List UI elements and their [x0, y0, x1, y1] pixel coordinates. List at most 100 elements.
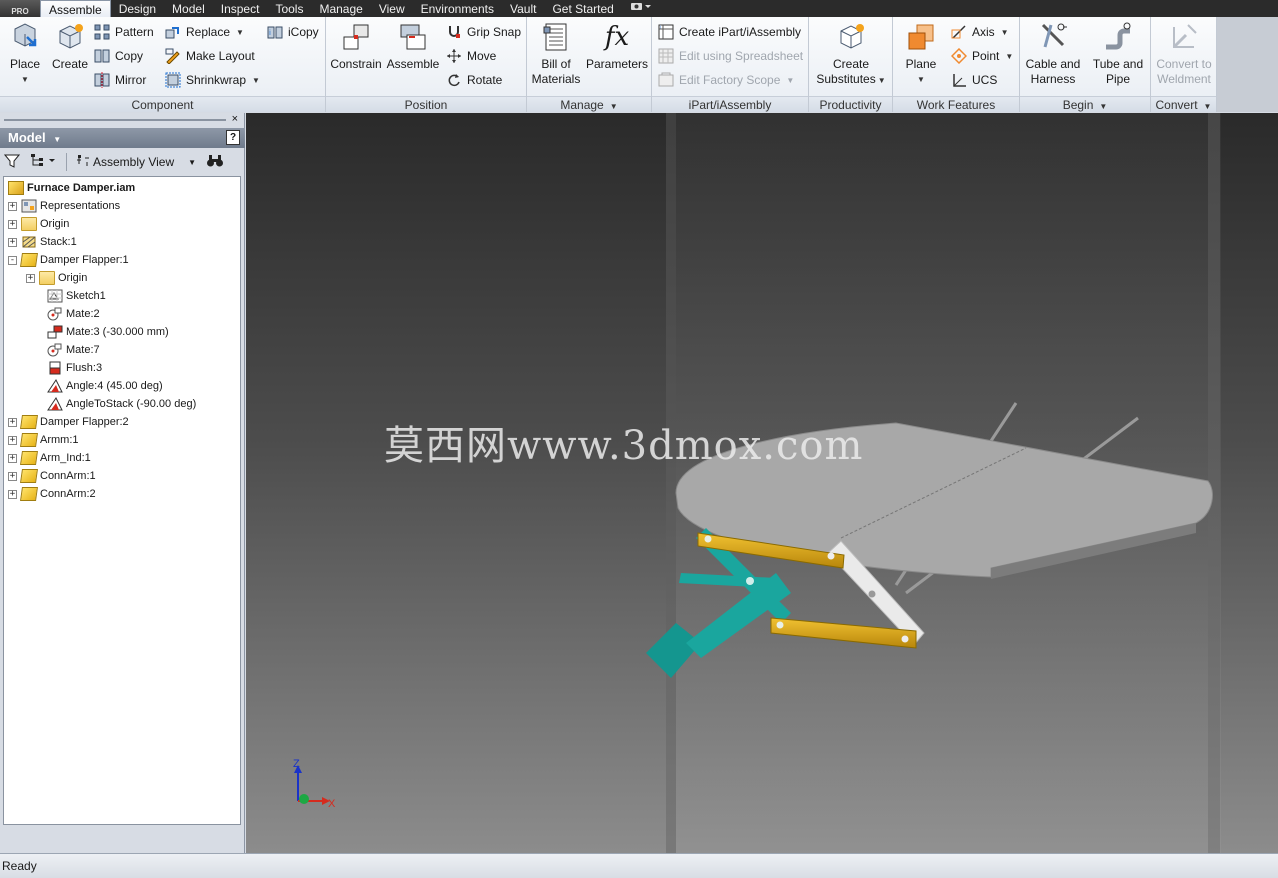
view-cube-triad[interactable]: Z X [293, 758, 336, 810]
find-icon[interactable] [206, 154, 224, 171]
manage-dropdown-icon[interactable]: ▼ [610, 102, 618, 111]
tree-item-label: Origin [58, 272, 88, 284]
tree-item-damper-flapper-1[interactable]: - Damper Flapper:1 [8, 251, 129, 269]
tab-design[interactable]: Design [111, 0, 164, 17]
tree-item-sketch1[interactable]: Sketch1 [34, 287, 106, 305]
shrinkwrap-dropdown-icon[interactable]: ▼ [252, 76, 260, 85]
create-substitutes-button[interactable]: Create Substitutes ▼ [816, 21, 886, 88]
tree-item-root-assembly[interactable]: Furnace Damper.iam [8, 179, 135, 197]
assembly-view-icon [75, 154, 93, 171]
pattern-label: Pattern [115, 25, 154, 39]
panel-title-begin[interactable]: Begin ▼ [1020, 96, 1150, 112]
expand-icon[interactable]: + [26, 273, 35, 283]
cable-and-harness-button[interactable]: Cable and Harness [1023, 21, 1083, 87]
tab-environments[interactable]: Environments [413, 0, 502, 17]
convert-dropdown-icon[interactable]: ▼ [1204, 102, 1212, 111]
panel-title-productivity: Productivity [809, 96, 892, 112]
filter-icon[interactable] [3, 153, 22, 172]
model-dropdown-icon[interactable]: ▼ [53, 135, 61, 144]
expand-icon[interactable]: + [8, 417, 17, 427]
model-3d-scene[interactable]: Z X [246, 113, 1278, 853]
make-layout-button[interactable]: Make Layout [165, 46, 255, 66]
hierarchy-icon[interactable] [30, 153, 58, 172]
edit-factory-scope-button[interactable]: Edit Factory Scope ▼ [658, 70, 794, 90]
copy-button[interactable]: Copy [94, 46, 143, 66]
bill-of-materials-button[interactable]: Bill of Materials [530, 21, 582, 87]
tree-item-connarm-1[interactable]: + ConnArm:1 [8, 467, 96, 485]
factory-scope-dropdown-icon[interactable]: ▼ [786, 76, 794, 85]
create-substitutes-line2: Substitutes [816, 72, 876, 86]
begin-dropdown-icon[interactable]: ▼ [1099, 102, 1107, 111]
convert-label-line1: Convert to [1156, 57, 1212, 71]
close-icon[interactable]: × [232, 113, 238, 125]
convert-to-weldment-button[interactable]: Convert to Weldment [1153, 21, 1215, 87]
help-icon[interactable]: ? [226, 130, 240, 145]
create-button[interactable]: Create [50, 21, 90, 72]
substitutes-dropdown-icon[interactable]: ▼ [878, 76, 886, 85]
camera-icon[interactable] [622, 0, 660, 17]
tree-item-mate-7[interactable]: Mate:7 [34, 341, 100, 359]
replace-dropdown-icon[interactable]: ▼ [236, 28, 244, 37]
plane-button[interactable]: Plane ▼ [899, 21, 943, 87]
move-button[interactable]: Move [446, 46, 496, 66]
tab-vault[interactable]: Vault [502, 0, 544, 17]
parameters-button[interactable]: fx Parameters [585, 21, 649, 72]
tree-item-arm-ind-1[interactable]: + Arm_Ind:1 [8, 449, 91, 467]
tab-view[interactable]: View [371, 0, 413, 17]
point-button[interactable]: Point ▼ [950, 46, 1013, 66]
tube-label-line1: Tube and [1092, 57, 1144, 71]
tree-item-mate-3[interactable]: Mate:3 (-30.000 mm) [34, 323, 169, 341]
rotate-button[interactable]: Rotate [446, 70, 502, 90]
assemble-button[interactable]: Assemble [386, 21, 440, 72]
expand-icon[interactable]: + [8, 219, 17, 229]
axis-button[interactable]: Axis ▼ [951, 22, 1009, 42]
assembly-view-dropdown[interactable]: Assembly View ▼ [75, 154, 196, 171]
panel-title-convert[interactable]: Convert ▼ [1151, 96, 1216, 112]
tree-item-flush-3[interactable]: Flush:3 [34, 359, 102, 377]
tab-get-started[interactable]: Get Started [544, 0, 621, 17]
constrain-button[interactable]: Constrain [330, 21, 382, 72]
create-ipart-iassembly-button[interactable]: i Create iPart/iAssembly [658, 22, 801, 42]
replace-button[interactable]: Replace ▼ [165, 22, 244, 42]
expand-icon[interactable]: + [8, 435, 17, 445]
tab-inspect[interactable]: Inspect [213, 0, 268, 17]
tree-item-connarm-2[interactable]: + ConnArm:2 [8, 485, 96, 503]
tree-item-stack[interactable]: + Stack:1 [8, 233, 77, 251]
expand-icon[interactable]: + [8, 201, 17, 211]
tree-item-representations[interactable]: + Representations [8, 197, 120, 215]
pattern-button[interactable]: Pattern [94, 22, 154, 42]
tree-item-origin[interactable]: + Origin [8, 215, 69, 233]
tube-and-pipe-button[interactable]: Tube and Pipe [1088, 21, 1148, 87]
model-header[interactable]: Model ▼ ? [0, 128, 245, 148]
expand-icon[interactable]: + [8, 489, 17, 499]
edit-using-spreadsheet-button[interactable]: Edit using Spreadsheet [658, 46, 803, 66]
pane-grip[interactable] [4, 119, 226, 121]
tab-manage[interactable]: Manage [311, 0, 370, 17]
expand-icon[interactable]: + [8, 471, 17, 481]
ucs-button[interactable]: UCS [951, 70, 997, 90]
plane-dropdown-icon[interactable]: ▼ [917, 72, 925, 87]
application-button[interactable]: PRO [0, 0, 40, 17]
tab-tools[interactable]: Tools [267, 0, 311, 17]
place-dropdown-icon[interactable]: ▼ [21, 72, 29, 87]
axis-dropdown-icon[interactable]: ▼ [1001, 28, 1009, 37]
tree-item-origin-child[interactable]: + Origin [26, 269, 87, 287]
expand-icon[interactable]: + [8, 453, 17, 463]
place-button[interactable]: Place ▼ [5, 21, 45, 87]
shrinkwrap-button[interactable]: Shrinkwrap ▼ [165, 70, 260, 90]
tree-item-angle-4[interactable]: Angle:4 (45.00 deg) [34, 377, 163, 395]
tree-item-angle-to-stack[interactable]: AngleToStack (-90.00 deg) [34, 395, 196, 413]
tab-model[interactable]: Model [164, 0, 213, 17]
collapse-icon[interactable]: - [8, 255, 17, 265]
panel-title-manage[interactable]: Manage ▼ [527, 96, 651, 112]
expand-icon[interactable]: + [8, 237, 17, 247]
tree-item-damper-flapper-2[interactable]: + Damper Flapper:2 [8, 413, 129, 431]
tree-item-armm-1[interactable]: + Armm:1 [8, 431, 79, 449]
tab-assemble[interactable]: Assemble [40, 0, 111, 17]
point-dropdown-icon[interactable]: ▼ [1005, 52, 1013, 61]
grip-snap-button[interactable]: Grip Snap [446, 22, 521, 42]
graphics-viewport[interactable]: Z X 莫西网www.3dmox.com [246, 113, 1278, 853]
icopy-button[interactable]: i iCopy [267, 22, 319, 42]
mirror-button[interactable]: Mirror [94, 70, 146, 90]
tree-item-mate-2[interactable]: Mate:2 [34, 305, 100, 323]
